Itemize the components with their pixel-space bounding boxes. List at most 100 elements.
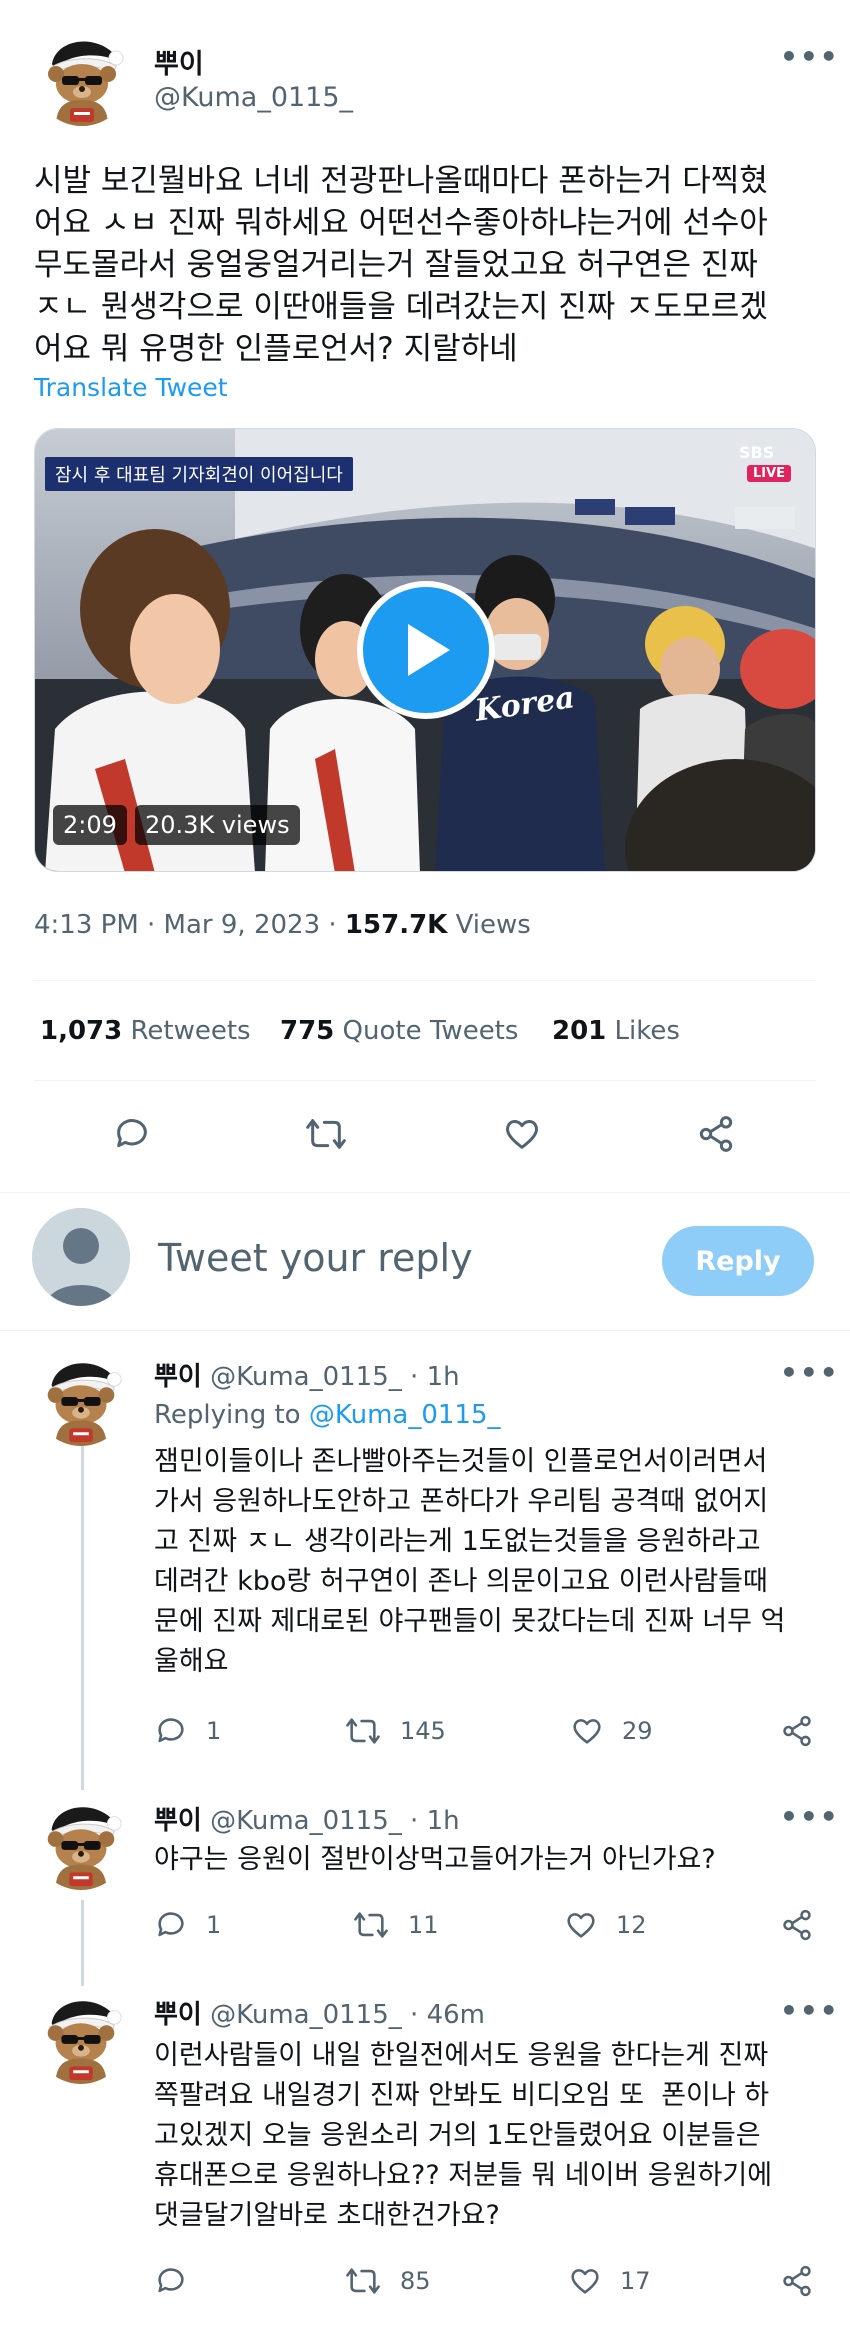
reply-like-button[interactable]: 12 — [564, 1908, 647, 1942]
reply-author-name[interactable]: 뿌이 — [154, 1362, 202, 1392]
replying-to-handle[interactable]: @Kuma_0115_ — [309, 1400, 501, 1430]
likes-stat[interactable]: 201 Likes — [552, 1016, 680, 1046]
reply-line: 울해요 — [154, 1646, 229, 1677]
like-button[interactable] — [502, 1114, 542, 1154]
more-options-icon[interactable]: ••• — [780, 40, 840, 73]
tweet-line: 무도몰라서 웅얼웅얼거리는거 잘들었고요 허구연은 진짜 — [34, 247, 758, 283]
tweet-line: ㅈㄴ 뭔생각으로 이딴애들을 데려갔는지 진짜 ㅈ도모르겠 — [34, 289, 768, 325]
author-handle[interactable]: @Kuma_0115_ — [154, 82, 353, 113]
reply-like-button[interactable]: 29 — [570, 1714, 653, 1748]
reply-icon — [158, 2268, 184, 2293]
view-count: 157.7K — [344, 910, 448, 940]
like-count: 12 — [616, 1911, 647, 1939]
retweets-stat[interactable]: 1,073 Retweets — [40, 1016, 251, 1046]
reply-handle-time[interactable]: @Kuma_0115_ · 46m — [210, 2000, 485, 2030]
author-name[interactable]: 뿌이 — [154, 42, 204, 81]
reply-avatar[interactable] — [34, 1352, 128, 1446]
reply-icon — [158, 1718, 184, 1743]
author-avatar[interactable] — [34, 30, 130, 126]
share-icon — [783, 1715, 811, 1747]
tweet-body: 시발 보긴뭘바요 너네 전광판나올때마다 폰하는거 다찍혔 어요 ㅅㅂ 진짜 뭐… — [34, 160, 824, 370]
reply-line: 가서 응원하나도안하고 폰하다가 우리팀 공격때 없어지 — [154, 1486, 769, 1517]
reply-line: 댓글달기알바로 초대한건가요? — [154, 2200, 500, 2231]
like-count: 17 — [620, 2267, 651, 2295]
reply-avatar[interactable] — [34, 1796, 128, 1890]
bear-avatar-icon — [34, 1990, 128, 2084]
my-avatar[interactable] — [32, 1208, 130, 1306]
reply-share-button[interactable] — [780, 1714, 814, 1748]
share-icon — [783, 2265, 811, 2297]
reply-header: 뿌이 @Kuma_0115_ · 1h — [154, 1800, 460, 1837]
reply-line: 고 진짜 ㅈㄴ 생각이라는게 1도없는것들을 응원하라고 — [154, 1526, 761, 1557]
tweet-timestamp[interactable]: 4:13 PM · Mar 9, 2023 · — [34, 910, 345, 940]
divider — [34, 980, 816, 981]
reply-reply-button[interactable]: 1 — [154, 1908, 221, 1942]
reply-line: 이런사람들이 내일 한일전에서도 응원을 한다는게 진짜 — [154, 2040, 769, 2071]
reply-author-name[interactable]: 뿌이 — [154, 2000, 202, 2030]
reply-avatar[interactable] — [34, 1990, 128, 2084]
share-button[interactable] — [696, 1114, 736, 1154]
retweets-label: Retweets — [122, 1016, 251, 1046]
reply-line: 고있겠지 오늘 응원소리 거의 1도안들렸어요 이분들은 — [154, 2120, 761, 2151]
retweet-button[interactable] — [304, 1114, 348, 1154]
reply-share-button[interactable] — [780, 2264, 814, 2298]
heart-icon — [571, 2269, 599, 2294]
quotes-count: 775 — [280, 1016, 335, 1046]
share-icon — [783, 1909, 811, 1941]
share-icon — [699, 1116, 733, 1152]
thread-line — [81, 1436, 84, 1790]
reply-reply-button[interactable]: 1 — [154, 1714, 221, 1748]
reply-icon — [158, 1912, 184, 1937]
reply-handle-time[interactable]: @Kuma_0115_ · 1h — [210, 1806, 459, 1836]
reply-header: 뿌이 @Kuma_0115_ · 1h — [154, 1356, 460, 1393]
reply-body: 잼민이들이나 존나빨아주는것들이 인플로언서이러면서 가서 응원하나도안하고 폰… — [154, 1442, 824, 1682]
reply-handle-time[interactable]: @Kuma_0115_ · 1h — [210, 1362, 459, 1392]
reply-retweet-button[interactable]: 11 — [352, 1908, 439, 1942]
view-label: Views — [447, 910, 531, 940]
reply-count: 1 — [206, 1717, 222, 1745]
reply-line: 잼민이들이나 존나빨아주는것들이 인플로언서이러면서 — [154, 1446, 768, 1477]
likes-label: Likes — [606, 1016, 680, 1046]
retweets-count: 1,073 — [40, 1016, 123, 1046]
retweet-icon — [346, 2268, 380, 2294]
reply-retweet-button[interactable]: 145 — [344, 1714, 446, 1748]
reply-like-button[interactable]: 17 — [568, 2264, 651, 2298]
reply-more-icon[interactable]: ••• — [780, 1994, 840, 2027]
tweet-line: 어요 뭐 유명한 인플로언서? 지랄하네 — [34, 331, 518, 367]
video-player[interactable]: 잠시 후 대표팀 기자회견이 이어집니다 SBS LIVE Korea 2:09… — [34, 428, 816, 872]
reply-button[interactable] — [112, 1114, 152, 1154]
reply-share-button[interactable] — [780, 1908, 814, 1942]
likes-count: 201 — [552, 1016, 607, 1046]
heart-icon — [505, 1120, 539, 1149]
reply-author-name[interactable]: 뿌이 — [154, 1806, 202, 1836]
like-count: 29 — [622, 1717, 653, 1745]
quote-tweets-stat[interactable]: 775 Quote Tweets — [280, 1016, 518, 1046]
broadcaster-logo: SBS — [739, 443, 775, 462]
reply-retweet-button[interactable]: 85 — [344, 2264, 431, 2298]
bear-avatar-icon — [34, 1352, 128, 1446]
heart-icon — [573, 1719, 601, 1744]
retweet-icon — [354, 1912, 388, 1938]
reply-input[interactable]: Tweet your reply — [158, 1236, 473, 1280]
replying-to-prefix: Replying to — [154, 1400, 309, 1430]
default-profile-icon — [32, 1208, 130, 1306]
reply-body: 야구는 응원이 절반이상먹고들어가는거 아닌가요? — [154, 1840, 824, 1880]
reply-more-icon[interactable]: ••• — [780, 1800, 840, 1833]
retweet-count: 85 — [400, 2267, 431, 2295]
video-broadcast-caption: 잠시 후 대표팀 기자회견이 이어집니다 — [45, 457, 353, 491]
reply-body: 이런사람들이 내일 한일전에서도 응원을 한다는게 진짜 쪽팔려요 내일경기 진… — [154, 2036, 824, 2236]
translate-tweet-link[interactable]: Translate Tweet — [34, 373, 228, 402]
quotes-label: Quote Tweets — [334, 1016, 519, 1046]
bear-avatar-icon — [34, 1796, 128, 1890]
divider — [34, 1080, 816, 1081]
replying-to: Replying to @Kuma_0115_ — [154, 1400, 501, 1430]
video-duration: 2:09 — [53, 805, 127, 845]
play-button[interactable] — [357, 581, 495, 719]
reply-more-icon[interactable]: ••• — [780, 1356, 840, 1389]
reply-submit-button[interactable]: Reply — [662, 1226, 814, 1296]
retweet-count: 11 — [408, 1911, 439, 1939]
tweet-timestamp-row: 4:13 PM · Mar 9, 2023 · 157.7K Views — [34, 910, 531, 940]
reply-line: 휴대폰으로 응원하나요?? 저분들 뭐 네이버 응원하기에 — [154, 2160, 773, 2191]
play-icon — [408, 624, 450, 676]
reply-reply-button[interactable] — [154, 2264, 206, 2298]
